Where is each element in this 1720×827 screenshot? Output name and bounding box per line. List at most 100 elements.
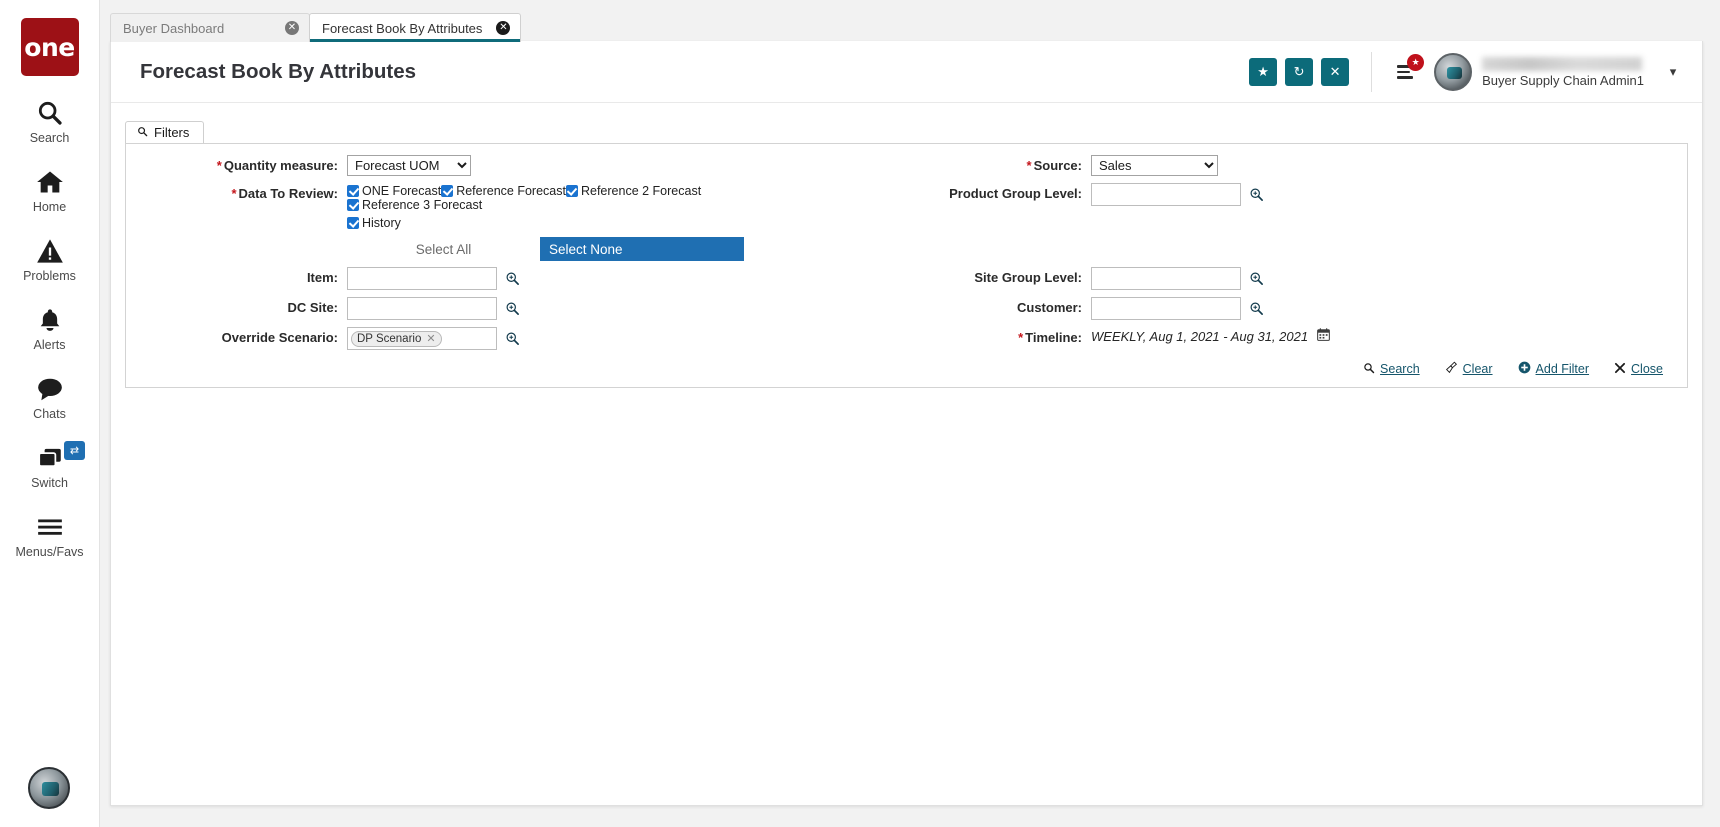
sidebar-item-menus-favs[interactable]: Menus/Favs <box>0 512 99 559</box>
search-action[interactable]: Search <box>1363 362 1420 377</box>
star-badge-icon: ★ <box>1407 54 1425 71</box>
close-action[interactable]: Close <box>1614 362 1663 377</box>
required-marker: * <box>216 158 222 173</box>
close-page-button[interactable]: ✕ <box>1321 58 1350 86</box>
source-label-text: Source: <box>1033 158 1082 173</box>
checkbox-history[interactable]: History <box>347 216 767 230</box>
favorite-button[interactable]: ★ <box>1249 58 1278 86</box>
home-icon <box>36 167 64 197</box>
select-none-button[interactable]: Select None <box>540 237 744 261</box>
clear-action[interactable]: Clear <box>1445 361 1493 377</box>
filters-tab[interactable]: Filters <box>125 121 205 144</box>
switch-badge-icon[interactable]: ⇄ <box>64 441 85 460</box>
sidebar-item-search[interactable]: Search <box>0 98 99 145</box>
page-title: Forecast Book By Attributes <box>140 59 417 83</box>
override-scenario-input[interactable]: DP Scenario ✕ <box>347 327 497 350</box>
item-lookup-icon[interactable] <box>505 271 520 286</box>
site-group-level-input[interactable] <box>1091 267 1241 290</box>
filters-tab-label: Filters <box>154 125 190 140</box>
override-scenario-label: Override Scenario: <box>221 330 338 345</box>
item-input[interactable] <box>347 267 497 290</box>
quantity-measure-select[interactable]: Forecast UOM <box>347 155 471 176</box>
data-to-review-label-text: Data To Review: <box>238 186 338 201</box>
sidebar-item-label: Menus/Favs <box>15 545 84 559</box>
site-group-level-lookup-icon[interactable] <box>1249 271 1264 286</box>
action-label: Clear <box>1462 362 1493 376</box>
dc-site-lookup-icon[interactable] <box>505 301 520 316</box>
sidebar-item-switch[interactable]: ⇄ Switch <box>0 441 99 490</box>
broom-icon <box>1445 361 1458 377</box>
data-to-review-label: * Data To Review: <box>126 183 338 201</box>
product-group-level-lookup-icon[interactable] <box>1249 187 1264 202</box>
user-name-redacted <box>1482 56 1643 71</box>
sidebar-item-home[interactable]: Home <box>0 167 99 214</box>
tab-forecast-book-by-attributes[interactable]: Forecast Book By Attributes ✕ <box>309 13 522 42</box>
refresh-button[interactable]: ↻ <box>1285 58 1314 86</box>
sidebar-item-label: Search <box>29 131 70 145</box>
dc-site-input[interactable] <box>347 297 497 320</box>
checkbox-icon[interactable] <box>347 185 359 197</box>
refresh-icon: ↻ <box>1293 64 1305 79</box>
tab-close-icon[interactable]: ✕ <box>496 21 511 35</box>
tab-label: Forecast Book By Attributes <box>322 20 483 36</box>
override-scenario-chip[interactable]: DP Scenario ✕ <box>351 330 442 347</box>
star-icon: ★ <box>1257 64 1269 79</box>
user-info: Buyer Supply Chain Admin1 <box>1482 52 1644 92</box>
customer-lookup-icon[interactable] <box>1249 301 1264 316</box>
user-menu-chevron-down-icon[interactable]: ▾ <box>1658 58 1688 86</box>
checkbox-icon[interactable] <box>441 185 454 197</box>
customer-input[interactable] <box>1091 297 1241 320</box>
hamburger-bar <box>1397 76 1414 79</box>
checkbox-icon[interactable] <box>347 199 359 211</box>
timeline-label: * Timeline: <box>886 327 1082 345</box>
checkbox-label: ONE Forecast <box>362 184 442 198</box>
chip-remove-icon[interactable]: ✕ <box>426 332 435 345</box>
filter-actions: Search Clear Add Filter Close <box>126 361 1669 377</box>
content-card: Forecast Book By Attributes ★ ↻ ✕ ★ Buye… <box>110 41 1703 806</box>
checkbox-icon[interactable] <box>565 185 578 197</box>
timeline-label-text: Timeline: <box>1025 330 1082 345</box>
sidebar-item-chats[interactable]: Chats <box>0 374 99 421</box>
sidebar-item-problems[interactable]: Problems <box>0 236 99 283</box>
notifications-menu-button[interactable]: ★ <box>1390 54 1425 86</box>
filters-panel: Filters *Quantity measure: Forecast UOM <box>125 120 1688 388</box>
switch-icon <box>36 443 64 473</box>
chevron-down-glyph: ▾ <box>1669 64 1677 79</box>
logo-text: one <box>24 32 75 62</box>
left-nav-rail: one Search Home Problems Alerts Chats ⇄ <box>0 0 100 827</box>
action-label: Search <box>1380 362 1420 376</box>
header-actions: ★ ↻ ✕ ★ Buyer Supply Chain Admin1 ▾ <box>1241 41 1688 103</box>
select-all-button[interactable]: Select All <box>347 237 540 261</box>
sidebar-item-label: Alerts <box>33 338 66 352</box>
source-select[interactable]: Sales <box>1091 155 1218 176</box>
product-group-level-input[interactable] <box>1091 183 1241 206</box>
close-icon <box>1614 362 1626 377</box>
checkbox-reference-2-forecast[interactable]: Reference 2 Forecast <box>565 184 702 198</box>
checkbox-icon[interactable] <box>347 217 359 229</box>
required-marker: * <box>1026 158 1032 173</box>
action-label: Add Filter <box>1535 362 1590 376</box>
filters-body: * Quantity measure: Forecast UOM * Source: <box>125 143 1688 388</box>
search-icon <box>1363 362 1375 377</box>
add-filter-action[interactable]: Add Filter <box>1518 361 1590 377</box>
checkbox-label: Reference 2 Forecast <box>580 184 702 198</box>
calendar-icon[interactable] <box>1317 327 1330 344</box>
chip-label: DP Scenario <box>357 332 422 345</box>
sidebar-item-label: Problems <box>23 269 76 283</box>
one-logo[interactable]: one <box>20 18 79 76</box>
checkbox-reference-forecast[interactable]: Reference Forecast <box>441 184 566 198</box>
sidebar-item-alerts[interactable]: Alerts <box>0 305 99 352</box>
timeline-value[interactable]: WEEKLY, Aug 1, 2021 - Aug 31, 2021 <box>1091 327 1308 344</box>
checkbox-reference-3-forecast[interactable]: Reference 3 Forecast <box>347 198 482 212</box>
switch-badge-glyph: ⇄ <box>69 445 80 457</box>
close-icon: ✕ <box>1329 64 1341 79</box>
required-marker: * <box>231 186 237 201</box>
source-label: * Source: <box>886 155 1082 173</box>
rail-avatar[interactable] <box>28 767 70 809</box>
bell-icon <box>37 305 63 335</box>
avatar[interactable] <box>1434 53 1473 91</box>
checkbox-one-forecast[interactable]: ONE Forecast <box>347 184 441 198</box>
tab-buyer-dashboard[interactable]: Buyer Dashboard ✕ <box>110 13 310 42</box>
override-scenario-lookup-icon[interactable] <box>505 331 520 346</box>
tab-close-icon[interactable]: ✕ <box>285 21 299 35</box>
